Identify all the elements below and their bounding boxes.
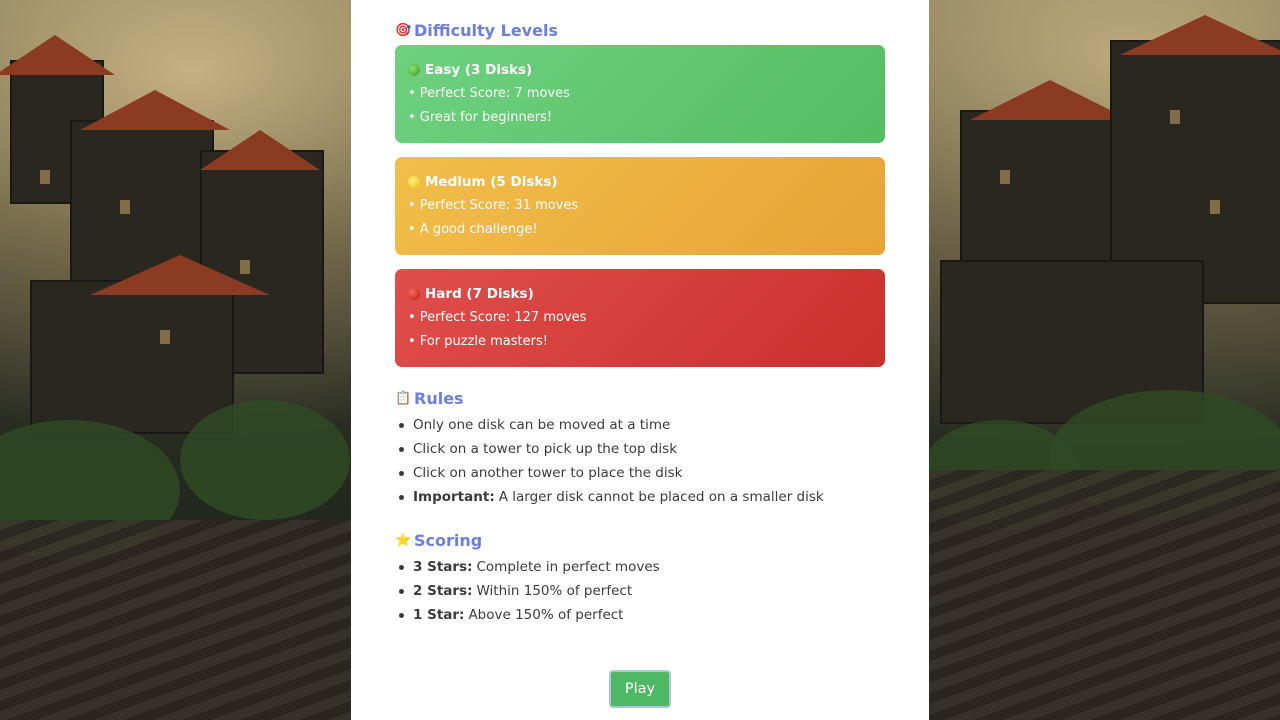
difficulty-name: Medium (5 Disks) <box>425 174 558 190</box>
difficulty-description: • Great for beginners! <box>408 110 553 125</box>
difficulty-description: • For puzzle masters! <box>408 334 548 349</box>
rules-title: Rules <box>414 389 464 408</box>
background-ground <box>0 520 351 720</box>
clipboard-icon: 📋 <box>395 391 412 406</box>
rule-text: A larger disk cannot be placed on a smal… <box>498 489 824 505</box>
rule-text: Only one disk can be moved at a time <box>413 417 671 433</box>
score-text: Above 150% of perfect <box>468 607 624 623</box>
difficulty-card-medium: Medium (5 Disks) • Perfect Score: 31 mov… <box>395 157 885 255</box>
scoring-title: Scoring <box>414 531 483 550</box>
bullet <box>399 422 404 428</box>
card-title: Easy (3 Disks) <box>408 61 872 79</box>
rules-list: Only one disk can be moved at a time Cli… <box>398 413 824 509</box>
difficulty-levels-title: Difficulty Levels <box>414 21 558 40</box>
bullet <box>399 564 404 570</box>
rule-text: Click on a tower to pick up the top disk <box>413 441 678 457</box>
difficulty-name: Easy (3 Disks) <box>425 62 533 78</box>
yellow-circle-icon <box>408 176 420 188</box>
list-item: Click on a tower to pick up the top disk <box>398 437 824 461</box>
difficulty-description: • A good challenge! <box>408 222 538 237</box>
bullet <box>399 494 404 500</box>
rule-emphasis: Important: <box>413 489 495 505</box>
background-window <box>1170 110 1180 124</box>
perfect-score-text: • Perfect Score: 127 moves <box>408 310 587 325</box>
background-roof <box>0 35 115 75</box>
instructions-panel: 🎯 Difficulty Levels Easy (3 Disks) • Per… <box>351 0 929 720</box>
score-label: 1 Star: <box>413 607 465 623</box>
scoring-list: 3 Stars: Complete in perfect moves 2 Star… <box>398 555 660 627</box>
background-roof <box>1120 15 1280 55</box>
list-item: Only one disk can be moved at a time <box>398 413 824 437</box>
red-circle-icon <box>408 288 420 300</box>
score-text: Within 150% of perfect <box>476 583 633 599</box>
difficulty-card-easy: Easy (3 Disks) • Perfect Score: 7 moves … <box>395 45 885 143</box>
difficulty-name: Hard (7 Disks) <box>425 286 534 302</box>
play-button[interactable]: Play <box>609 670 671 708</box>
scoring-heading: ⭐ Scoring <box>395 531 482 550</box>
bullet <box>399 612 404 618</box>
perfect-score-text: • Perfect Score: 7 moves <box>408 86 570 101</box>
target-icon: 🎯 <box>395 23 412 38</box>
green-circle-icon <box>408 64 420 76</box>
background-house <box>30 280 234 434</box>
star-icon: ⭐ <box>395 533 412 548</box>
list-item: 3 Stars: Complete in perfect moves <box>398 555 660 579</box>
bullet <box>399 446 404 452</box>
bullet <box>399 588 404 594</box>
list-item: 2 Stars: Within 150% of perfect <box>398 579 660 603</box>
background-roof <box>970 80 1130 120</box>
score-label: 3 Stars: <box>413 559 473 575</box>
rules-heading: 📋 Rules <box>395 389 464 408</box>
bullet <box>399 470 404 476</box>
background-roof <box>80 90 230 130</box>
list-item: Important: A larger disk cannot be placed… <box>398 485 824 509</box>
card-title: Hard (7 Disks) <box>408 285 872 303</box>
score-text: Complete in perfect moves <box>476 559 660 575</box>
background-window <box>1000 170 1010 184</box>
background-window <box>160 330 170 344</box>
difficulty-levels-heading: 🎯 Difficulty Levels <box>395 21 558 40</box>
background-window <box>120 200 130 214</box>
background-foliage <box>180 400 350 520</box>
background-window <box>240 260 250 274</box>
card-title: Medium (5 Disks) <box>408 173 872 191</box>
background-window <box>1210 200 1220 214</box>
list-item: Click on another tower to place the disk <box>398 461 824 485</box>
background-window <box>40 170 50 184</box>
rule-text: Click on another tower to place the disk <box>413 465 683 481</box>
list-item: 1 Star: Above 150% of perfect <box>398 603 660 627</box>
difficulty-card-hard: Hard (7 Disks) • Perfect Score: 127 move… <box>395 269 885 367</box>
background-roof <box>200 130 320 170</box>
score-label: 2 Stars: <box>413 583 473 599</box>
perfect-score-text: • Perfect Score: 31 moves <box>408 198 579 213</box>
background-boardwalk <box>929 470 1280 720</box>
